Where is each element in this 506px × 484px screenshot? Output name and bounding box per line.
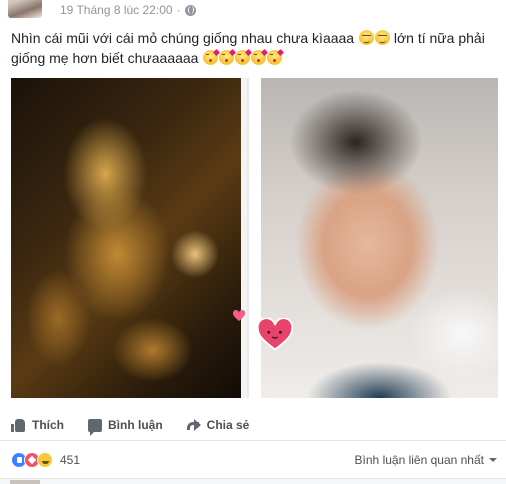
comment-label: Bình luận (108, 418, 163, 432)
caret-down-icon (489, 458, 497, 462)
haha-reaction-icon (37, 452, 53, 468)
like-button[interactable]: Thích (11, 418, 64, 432)
meta-separator: · (176, 3, 181, 17)
globe-icon[interactable] (184, 4, 196, 16)
post-meta: 19 Tháng 8 lúc 22:00 · (60, 3, 196, 17)
author-avatar[interactable] (0, 0, 50, 20)
share-arrow-icon (186, 419, 201, 431)
share-label: Chia sẻ (206, 418, 250, 432)
comment-icon (88, 418, 102, 436)
kiss-emoji-icon (203, 48, 221, 65)
like-label: Thích (32, 418, 64, 432)
small-heart-icon (233, 310, 245, 321)
kiss-emoji-icon (267, 48, 285, 65)
ultrasound-image (11, 78, 247, 398)
share-button[interactable]: Chia sẻ (186, 418, 250, 432)
message-text-part1: Nhìn cái mũi với cái mỏ chúng giống nhau… (11, 30, 355, 46)
comment-button[interactable]: Bình luận (88, 418, 163, 436)
post-timestamp[interactable]: 19 Tháng 8 lúc 22:00 (60, 3, 173, 17)
facebook-post: 19 Tháng 8 lúc 22:00 · Nhìn cái mũi với … (0, 0, 506, 484)
kiss-emoji-icon (235, 48, 253, 65)
reaction-count[interactable]: 451 (60, 453, 80, 467)
comment-sort-label: Bình luận liên quan nhất (354, 453, 484, 467)
reaction-summary[interactable]: 451 (11, 452, 80, 468)
actions-divider (0, 440, 506, 441)
kiss-emoji-icon (219, 48, 237, 65)
portrait-image (261, 78, 498, 398)
thumbs-up-icon (11, 418, 26, 432)
post-actions: Thích Bình luận Chia sẻ (11, 410, 273, 440)
smirk-emoji-icon (358, 30, 374, 45)
smirk-emoji-icon (374, 30, 390, 45)
post-photo[interactable] (11, 78, 498, 398)
comments-area (0, 478, 506, 484)
heart-sticker-icon (257, 318, 293, 351)
kiss-emoji-icon (251, 48, 269, 65)
comment-sort-dropdown[interactable]: Bình luận liên quan nhất (355, 453, 497, 467)
post-message: Nhìn cái mũi với cái mỏ chúng giống nhau… (11, 28, 501, 68)
